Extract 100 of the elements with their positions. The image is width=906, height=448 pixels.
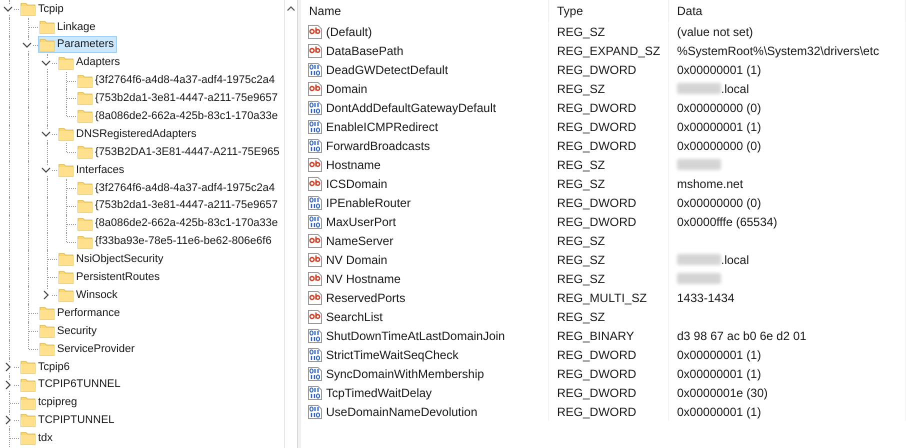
value-type: REG_DWORD xyxy=(557,100,636,116)
value-data: %SystemRoot%\System32\drivers\etc xyxy=(677,42,880,60)
tree-item[interactable]: ServiceProvider xyxy=(38,340,138,358)
tree-item[interactable]: {753b2da1-3e81-4447-a211-75e9657 xyxy=(76,197,281,214)
tree-item[interactable]: TCPIPTUNNEL xyxy=(19,412,118,429)
value-type: REG_SZ xyxy=(557,252,606,268)
folder-icon xyxy=(58,287,74,304)
folder-icon xyxy=(58,54,74,71)
value-data: .local xyxy=(721,80,750,98)
value-name[interactable]: MaxUserPort xyxy=(326,212,396,230)
folder-icon xyxy=(39,340,55,357)
value-name[interactable]: ReservedPorts xyxy=(326,288,406,306)
value-type: REG_DWORD xyxy=(557,62,636,78)
tree-item[interactable]: {f33ba93e-78e5-11e6-be62-806e6f6 xyxy=(76,233,275,250)
value-name[interactable]: Domain xyxy=(326,80,368,98)
tree-item[interactable]: Tcpip xyxy=(19,0,67,18)
tree-item[interactable]: {753b2da1-3e81-4447-a211-75e9657 xyxy=(76,90,281,107)
tree-item[interactable]: {3f2764f6-a4d8-4a37-adf4-1975c2a4 xyxy=(76,179,278,196)
folder-icon xyxy=(20,430,36,446)
value-type: REG_SZ xyxy=(557,80,606,98)
value-data: d3 98 67 ac b0 6e d2 01 xyxy=(677,328,806,344)
folder-icon xyxy=(39,305,55,322)
value-data: .local xyxy=(721,252,750,268)
tree-item[interactable]: {8a086de2-662a-425b-83c1-170a33e xyxy=(76,215,281,232)
value-data: 0x0000fffe (65534) xyxy=(677,214,778,230)
folder-icon xyxy=(77,216,93,232)
value-name[interactable]: DontAddDefaultGatewayDefault xyxy=(326,98,496,116)
value-type: REG_DWORD xyxy=(557,118,636,136)
value-data: (value not set) xyxy=(677,24,754,40)
tree-item[interactable]: TCPIP6TUNNEL xyxy=(19,376,124,394)
folder-icon xyxy=(77,72,93,88)
value-name[interactable]: ShutDownTimeAtLastDomainJoin xyxy=(326,326,505,344)
folder-icon xyxy=(77,180,93,196)
value-data: 0x00000000 (0) xyxy=(677,194,762,212)
value-data: 0x0000001e (30) xyxy=(677,384,768,402)
folder-icon xyxy=(20,358,36,375)
value-type: REG_SZ xyxy=(557,270,606,288)
value-type: REG_DWORD xyxy=(557,138,636,154)
value-type: REG_EXPAND_SZ xyxy=(557,42,660,60)
value-type: REG_DWORD xyxy=(557,214,636,230)
folder-icon xyxy=(58,269,74,286)
value-name[interactable]: SearchList xyxy=(326,308,383,326)
value-type: REG_SZ xyxy=(557,176,606,192)
value-name[interactable]: NV Domain xyxy=(326,250,388,268)
value-data: 0x00000001 (1) xyxy=(677,404,762,420)
column-header[interactable]: Type xyxy=(549,0,669,22)
folder-icon xyxy=(20,394,36,411)
tree-item[interactable]: Adapters xyxy=(57,54,124,72)
value-type: REG_DWORD xyxy=(557,366,636,382)
value-name[interactable]: TcpTimedWaitDelay xyxy=(326,384,432,402)
value-type: REG_SZ xyxy=(557,232,606,250)
folder-icon xyxy=(58,126,74,142)
tree-item[interactable]: tcpipreg xyxy=(19,394,80,412)
value-name[interactable]: StrictTimeWaitSeqCheck xyxy=(326,346,458,364)
tree-item[interactable]: Performance xyxy=(38,304,123,322)
tree-item[interactable]: PersistentRoutes xyxy=(57,268,163,286)
folder-icon xyxy=(20,0,36,17)
tree-item[interactable]: Winsock xyxy=(57,286,121,304)
tree-item[interactable]: {3f2764f6-a4d8-4a37-adf4-1975c2a4 xyxy=(76,72,278,89)
value-name[interactable]: IPEnableRouter xyxy=(326,194,411,212)
tree-item[interactable]: Linkage xyxy=(38,18,99,36)
folder-icon xyxy=(39,18,55,35)
value-type: REG_SZ xyxy=(557,308,606,326)
folder-icon xyxy=(58,162,74,178)
value-name[interactable]: Hostname xyxy=(326,156,381,174)
value-name[interactable]: SyncDomainWithMembership xyxy=(326,364,484,382)
value-type: REG_DWORD xyxy=(557,194,636,212)
value-name[interactable]: UseDomainNameDevolution xyxy=(326,402,478,420)
tree-item[interactable]: DNSRegisteredAdapters xyxy=(57,126,200,143)
folder-icon xyxy=(77,144,93,160)
value-type: REG_SZ xyxy=(557,156,606,174)
value-name[interactable]: DeadGWDetectDefault xyxy=(326,60,448,78)
value-type: REG_DWORD xyxy=(557,346,636,364)
value-data: 0x00000001 (1) xyxy=(677,118,762,136)
value-name[interactable]: (Default) xyxy=(326,22,372,40)
tree-item[interactable]: Parameters xyxy=(38,36,117,54)
tree-item[interactable]: Interfaces xyxy=(57,161,128,178)
column-header[interactable]: Name xyxy=(301,0,549,22)
value-name[interactable]: ForwardBroadcasts xyxy=(326,136,430,154)
scroll-up-icon[interactable] xyxy=(287,6,295,11)
value-data: mshome.net xyxy=(677,176,744,192)
folder-icon xyxy=(77,234,93,250)
value-name[interactable]: EnableICMPRedirect xyxy=(326,118,438,136)
folder-icon xyxy=(39,36,55,53)
value-type: REG_DWORD xyxy=(557,404,636,420)
tree-item[interactable]: {753B2DA1-3E81-4447-A211-75E965 xyxy=(76,144,282,161)
value-type: REG_BINARY xyxy=(557,328,634,344)
scrollbar[interactable] xyxy=(284,0,297,448)
value-name[interactable]: ICSDomain xyxy=(326,174,388,192)
tree-item[interactable]: tdx xyxy=(19,430,56,447)
value-name[interactable]: NameServer xyxy=(326,232,394,250)
tree-item[interactable]: {8a086de2-662a-425b-83c1-170a33e xyxy=(76,108,281,125)
value-name[interactable]: NV Hostname xyxy=(326,270,401,288)
tree-item[interactable]: Security xyxy=(38,322,100,340)
folder-icon xyxy=(20,412,36,428)
folder-icon xyxy=(20,376,36,393)
tree-item[interactable]: Tcpip6 xyxy=(19,358,73,376)
tree-item[interactable]: NsiObjectSecurity xyxy=(57,250,166,268)
column-header[interactable]: Data xyxy=(669,0,906,22)
value-name[interactable]: DataBasePath xyxy=(326,42,404,60)
